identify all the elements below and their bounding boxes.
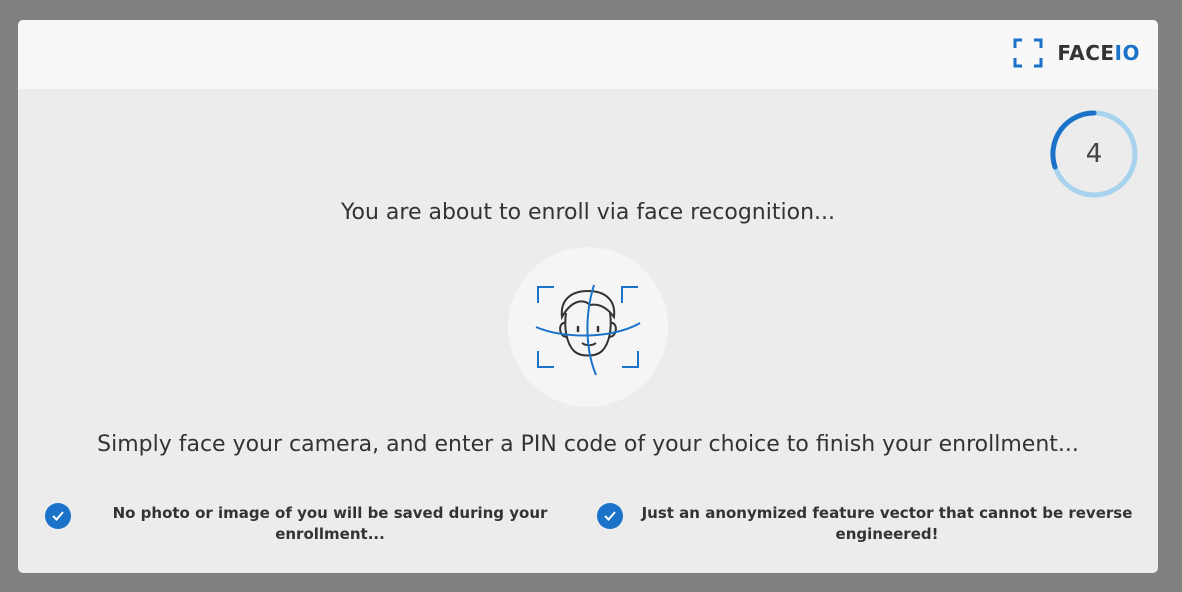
- enrollment-modal: FACEIO 4 You are about to enroll via fac…: [18, 20, 1158, 573]
- logo-wordmark: FACEIO: [1057, 41, 1140, 65]
- instruction-text: Simply face your camera, and enter a PIN…: [97, 432, 1079, 457]
- face-frame-icon: [1013, 38, 1043, 68]
- faceio-logo: FACEIO: [1013, 38, 1140, 68]
- feature-text: No photo or image of you will be saved d…: [112, 504, 548, 543]
- face-scan-icon: [535, 284, 641, 376]
- checkmark-icon: [45, 503, 71, 529]
- logo-text-main: FACE: [1057, 41, 1115, 65]
- face-illustration: [508, 247, 668, 407]
- logo-text-accent: IO: [1114, 41, 1140, 65]
- feature-text: Just an anonymized feature vector that c…: [641, 504, 1133, 543]
- checkmark-icon: [597, 503, 623, 529]
- countdown-timer: 4: [1048, 108, 1140, 200]
- feature-list: No photo or image of you will be saved d…: [18, 503, 1158, 553]
- countdown-value: 4: [1085, 139, 1103, 169]
- page-title: You are about to enroll via face recogni…: [340, 200, 835, 225]
- feature-item-anonymized-vector: Just an anonymized feature vector that c…: [597, 503, 1137, 553]
- modal-header: FACEIO: [18, 20, 1158, 89]
- feature-item-no-photo: No photo or image of you will be saved d…: [45, 503, 575, 553]
